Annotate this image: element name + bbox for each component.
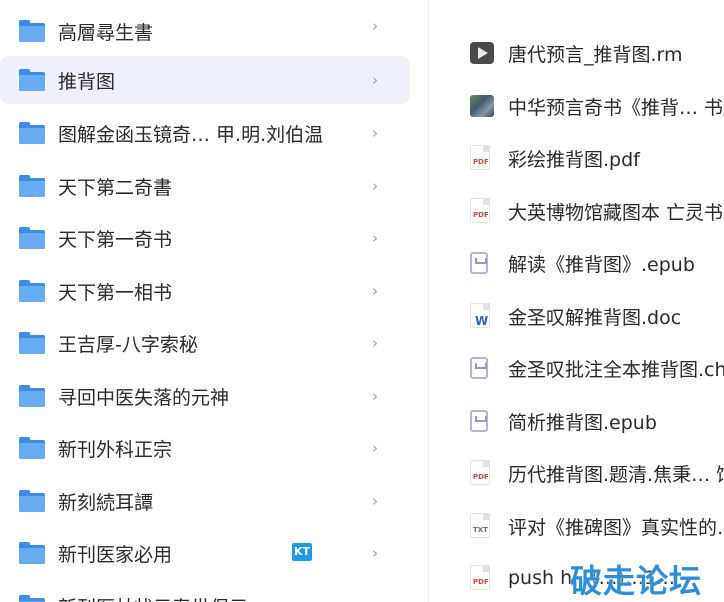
chevron-right-icon: › [372, 177, 378, 195]
chevron-right-icon: › [372, 439, 378, 457]
pdf-file-icon: PDF [470, 145, 490, 170]
file-item[interactable]: 唐代预言_推背图.rm [430, 33, 724, 73]
file-label: 评对《推碑图》真实性的… [508, 516, 724, 539]
folder-label: 天下第一相书 [58, 281, 173, 304]
folder-item[interactable]: 图解金函玉镜奇… 甲.明.刘伯温 › [0, 109, 410, 157]
file-item[interactable]: 中华预言奇书《推背… 书 [430, 86, 724, 126]
file-item[interactable]: 解读《推背图》.epub [430, 243, 724, 283]
file-label: 解读《推背图》.epub [508, 253, 695, 276]
chevron-right-icon: › [372, 124, 378, 142]
folder-icon [19, 332, 45, 354]
chevron-right-icon: › [372, 544, 378, 562]
file-label: 彩绘推背图.pdf [508, 148, 640, 171]
folder-icon [19, 69, 45, 91]
folder-list: 高層尋生書 › 推背图 › 图解金函玉镜奇… 甲.明.刘伯温 › 天下第二奇書 … [0, 0, 424, 602]
chevron-right-icon: › [372, 282, 378, 300]
folder-label: 新刊外科正宗 [58, 438, 173, 461]
folder-icon [19, 227, 45, 249]
chevron-right-icon: › [372, 71, 378, 89]
folder-label: 图解金函玉镜奇… 甲.明.刘伯温 [58, 123, 324, 146]
chevron-right-icon: › [372, 334, 378, 352]
folder-label: 高層尋生書 [58, 21, 154, 44]
folder-label: 新刻続耳譚 [58, 491, 154, 514]
watermark-logo: 破走论坛 [570, 562, 703, 600]
epub-file-icon [470, 252, 488, 274]
folder-item[interactable]: 天下第二奇書 › [0, 162, 410, 210]
epub-file-icon [470, 410, 488, 432]
folder-item[interactable]: 寻回中医失落的元神 › [0, 372, 410, 420]
file-label: 历代推背图.题清.焦秉… 馆 [508, 463, 724, 486]
file-item[interactable]: 金圣叹批注全本推背图.chm [430, 348, 724, 388]
folder-label: 天下第二奇書 [58, 176, 173, 199]
file-item[interactable]: TXT 评对《推碑图》真实性的… [430, 506, 724, 546]
folder-label: 寻回中医失落的元神 [58, 386, 230, 409]
folder-icon [19, 280, 45, 302]
chevron-right-icon: › [372, 492, 378, 510]
epub-file-icon [470, 357, 488, 379]
file-list: 唐代预言_推背图.rm 中华预言奇书《推背… 书 PDF 彩绘推背图.pdf P… [430, 0, 724, 602]
folder-item[interactable]: 新刊外科正宗 › [0, 424, 410, 472]
folder-item[interactable]: 新刻続耳譚 › [0, 477, 410, 525]
image-file-icon [470, 95, 494, 117]
file-item[interactable]: PDF 历代推背图.题清.焦秉… 馆 [430, 453, 724, 493]
file-browser: 高層尋生書 › 推背图 › 图解金函玉镜奇… 甲.明.刘伯温 › 天下第二奇書 … [0, 0, 724, 602]
folder-item[interactable]: 天下第一相书 › [0, 267, 410, 315]
folder-icon [19, 175, 45, 197]
file-label: 简析推背图.epub [508, 411, 657, 434]
folder-icon [19, 542, 45, 564]
folder-icon [19, 20, 45, 42]
file-label: 金圣叹解推背图.doc [508, 306, 682, 329]
word-file-icon: W [470, 303, 490, 328]
txt-file-icon: TXT [470, 513, 490, 538]
pdf-file-icon: PDF [470, 565, 490, 590]
folder-icon [19, 385, 45, 407]
folder-icon [19, 437, 45, 459]
file-item[interactable]: W 金圣叹解推背图.doc [430, 296, 724, 336]
file-label: 大英博物馆藏图本 亡灵书 [508, 201, 724, 224]
folder-icon [19, 490, 45, 512]
folder-item[interactable]: 高層尋生書 › [0, 7, 410, 55]
folder-icon [19, 595, 45, 602]
file-item[interactable]: PDF 大英博物馆藏图本 亡灵书 [430, 191, 724, 231]
folder-label: 新刊医家必用 [58, 543, 173, 566]
chevron-right-icon: › [372, 387, 378, 405]
column-divider [428, 0, 429, 602]
folder-label: 天下第一奇书 [58, 228, 173, 251]
folder-item-selected[interactable]: 推背图 › [0, 56, 410, 104]
file-label: 中华预言奇书《推背… 书 [508, 96, 724, 119]
folder-label: 王吉厚-八字索秘 [58, 333, 198, 356]
file-item[interactable]: 简析推背图.epub [430, 401, 724, 441]
kt-badge: KT [292, 543, 312, 561]
video-file-icon [470, 42, 494, 64]
pdf-file-icon: PDF [470, 460, 490, 485]
file-label: 唐代预言_推背图.rm [508, 43, 683, 66]
pdf-file-icon: PDF [470, 198, 490, 223]
file-item[interactable]: PDF 彩绘推背图.pdf [430, 138, 724, 178]
folder-item[interactable]: 新刊医林状元寿世保元 [0, 582, 410, 602]
folder-label: 推背图 [58, 70, 116, 93]
folder-item[interactable]: 新刊医家必用 KT › [0, 529, 410, 577]
file-label: 金圣叹批注全本推背图.chm [508, 358, 724, 381]
folder-item[interactable]: 天下第一奇书 › [0, 214, 410, 262]
folder-item[interactable]: 王吉厚-八字索秘 › [0, 319, 410, 367]
folder-label: 新刊医林状元寿世保元 [58, 593, 410, 602]
chevron-right-icon: › [372, 229, 378, 247]
folder-icon [19, 122, 45, 144]
chevron-right-icon: › [372, 17, 378, 35]
